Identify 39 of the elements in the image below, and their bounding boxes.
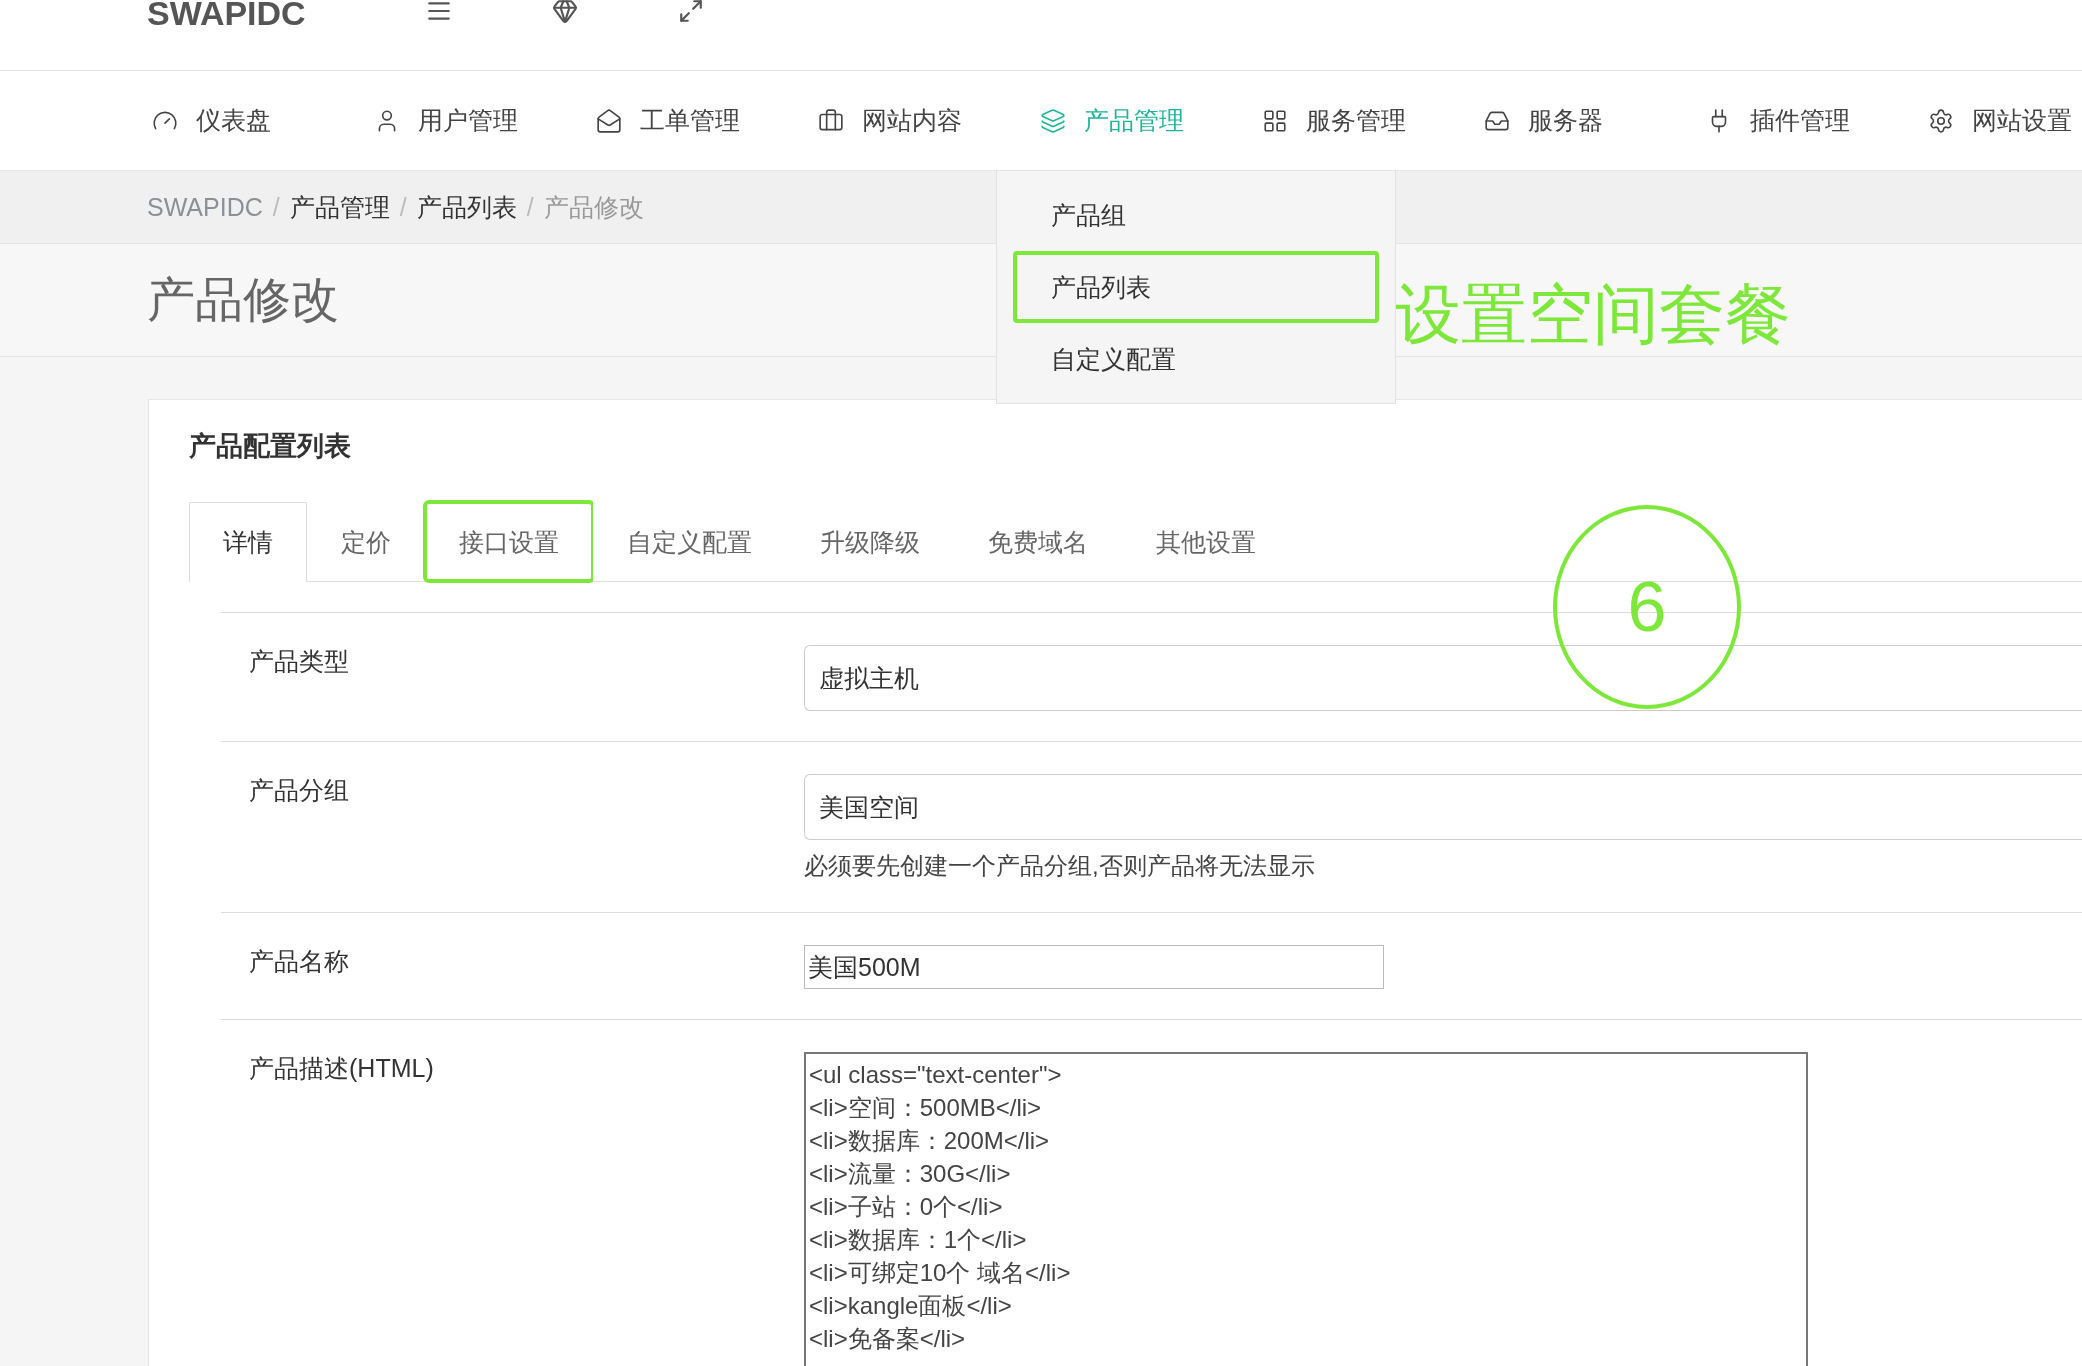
expand-icon[interactable] [677,0,704,24]
field-label: 产品名称 [248,946,350,977]
nav-item[interactable]: 工单管理 [596,104,740,137]
envelope-icon [596,107,622,134]
tab[interactable]: 接口设置 [425,502,593,581]
diamond-icon[interactable] [551,0,578,24]
field-label: 产品类型 [248,646,350,677]
card-title: 产品配置列表 [189,430,352,463]
nav-item[interactable]: 仪表盘 [152,104,271,137]
breadcrumb-separator: / [272,192,280,222]
breadcrumb-separator: / [526,192,534,222]
field-label: 产品分组 [248,775,350,806]
help-text: 必须要先创建一个产品分组,否则产品将无法显示 [804,851,1316,881]
layers-icon [1040,107,1066,134]
grid-icon [1262,107,1288,134]
current-page-label: 产品修改 [543,191,644,223]
select-field[interactable]: 虚拟主机 [804,645,2082,711]
select-field[interactable]: 美国空间 [804,774,2082,840]
breadcrumb-link[interactable]: 产品管理 [289,190,390,224]
nav-item[interactable]: 服务管理 [1262,104,1406,137]
annotation-note: 设置空间套餐 [1395,276,1791,353]
nav-item[interactable]: 网站设置 [1928,104,2072,137]
nav-item[interactable]: 插件管理 [1706,104,1850,137]
step-annotation: 6 [1553,505,1741,709]
nav-item[interactable]: 网站内容 [818,104,962,137]
page-title: 产品修改 [147,272,339,328]
field-label: 产品描述(HTML) [248,1053,435,1084]
breadcrumb-link[interactable]: 产品列表 [416,190,517,224]
menu-item[interactable]: 产品组 [1013,179,1379,251]
input-field[interactable]: 美国500M [804,945,1384,989]
nav-item[interactable]: 服务器 [1484,104,1603,137]
nav-item[interactable]: 用户管理 [374,104,518,137]
tab[interactable]: 详情 [189,502,307,582]
settings-icon [1928,107,1954,134]
menu-item[interactable]: 产品列表 [1013,251,1379,323]
textarea-field[interactable]: <ul class="text-center"> <li>空间：500MB</li> <li>数据库：200M</li> <li>流量：30G</li> <li>子站：0个</li> <li>数据库：1个</li> <li>可绑定10个 域名</li> <li>kangle面板</li> <li>免备案</li> [804,1052,1808,1366]
menu-item[interactable]: 自定义配置 [1013,323,1379,395]
breadcrumb-separator: / [399,192,407,222]
logo: SWAPIDC [147,0,306,30]
